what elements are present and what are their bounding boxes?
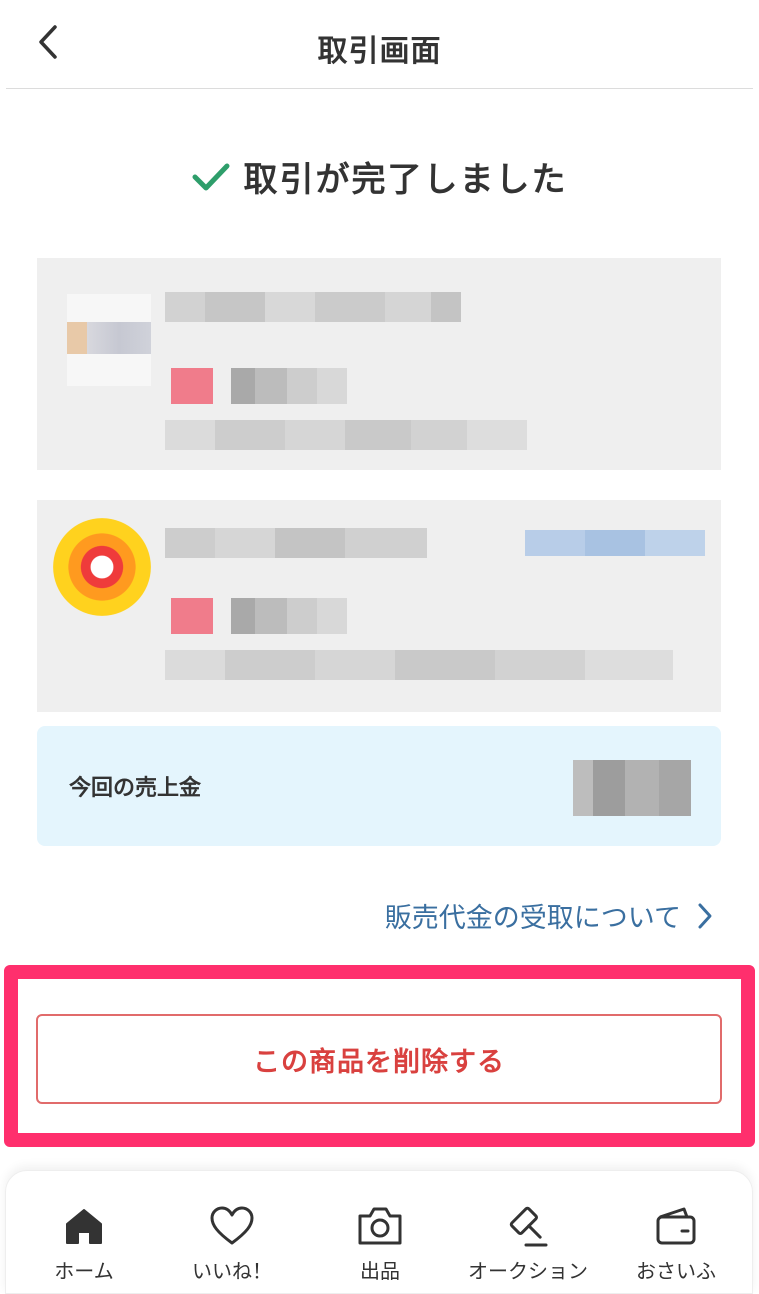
check-icon bbox=[192, 163, 229, 190]
page-title: 取引画面 bbox=[317, 34, 442, 69]
buyer-badge-obscured bbox=[171, 598, 213, 634]
delete-item-button[interactable]: この商品を削除する bbox=[36, 1014, 722, 1104]
tab-likes-label: いいね！ bbox=[192, 1259, 272, 1283]
tab-likes[interactable]: いいね！ bbox=[157, 1171, 307, 1294]
seller-badge-obscured bbox=[171, 368, 213, 404]
chevron-right-icon bbox=[698, 903, 712, 928]
tab-home-label: ホーム bbox=[54, 1259, 114, 1283]
item-meta-obscured bbox=[165, 420, 527, 450]
tab-auction[interactable]: オークション bbox=[453, 1171, 603, 1294]
seller-name-obscured bbox=[231, 368, 347, 404]
header-divider bbox=[6, 88, 753, 89]
delete-item-label: この商品を削除する bbox=[253, 1046, 505, 1078]
tab-auction-label: オークション bbox=[468, 1259, 588, 1283]
tab-sell[interactable]: 出品 bbox=[305, 1171, 455, 1294]
gavel-icon bbox=[509, 1206, 548, 1247]
buyer-card[interactable] bbox=[37, 500, 721, 712]
camera-icon bbox=[358, 1207, 402, 1245]
buyer-link-obscured[interactable] bbox=[525, 530, 705, 556]
item-card[interactable] bbox=[37, 258, 721, 470]
sales-amount-panel: 今回の売上金 bbox=[37, 726, 721, 846]
sales-amount-value-obscured bbox=[573, 760, 691, 816]
wallet-icon bbox=[656, 1207, 696, 1245]
item-title-obscured bbox=[165, 292, 461, 322]
heart-icon bbox=[210, 1206, 254, 1245]
payout-info-label: 販売代金の受取について bbox=[384, 903, 681, 934]
transaction-complete-banner: 取引が完了しました bbox=[0, 152, 759, 201]
transaction-complete-message: 取引が完了しました bbox=[243, 160, 568, 200]
tab-wallet[interactable]: おさいふ bbox=[601, 1171, 751, 1294]
buyer-name-obscured bbox=[165, 528, 427, 558]
tab-home[interactable]: ホーム bbox=[9, 1171, 159, 1294]
home-icon bbox=[66, 1209, 102, 1244]
buyer-rating-obscured bbox=[231, 598, 347, 634]
app-header: 取引画面 bbox=[0, 0, 759, 90]
payout-info-link[interactable]: 販売代金の受取について bbox=[385, 896, 713, 935]
bottom-tab-bar: ホーム いいね！ 出品 オークション おさいふ bbox=[5, 1170, 753, 1294]
tab-wallet-label: おさいふ bbox=[636, 1259, 716, 1283]
item-thumbnail bbox=[67, 294, 151, 386]
buyer-meta-obscured bbox=[165, 650, 673, 680]
sales-amount-label: 今回の売上金 bbox=[69, 776, 202, 801]
tab-sell-label: 出品 bbox=[360, 1259, 400, 1283]
buyer-avatar bbox=[53, 518, 151, 616]
